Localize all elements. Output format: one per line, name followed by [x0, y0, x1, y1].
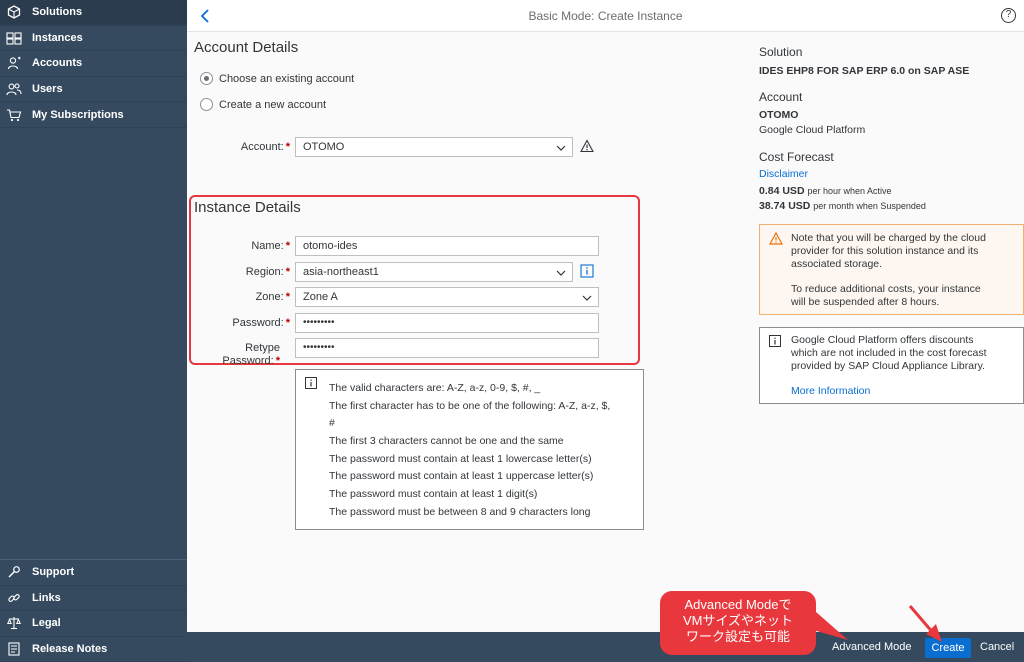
- callout-text: ワーク設定も可能: [685, 629, 790, 644]
- advanced-mode-callout: Advanced Modeで VMサイズやネット ワーク設定も可能: [660, 591, 816, 655]
- callout-text: Advanced Modeで: [684, 597, 792, 612]
- annotation-arrows: [806, 605, 942, 642]
- callout-text: VMサイズやネット: [682, 613, 794, 628]
